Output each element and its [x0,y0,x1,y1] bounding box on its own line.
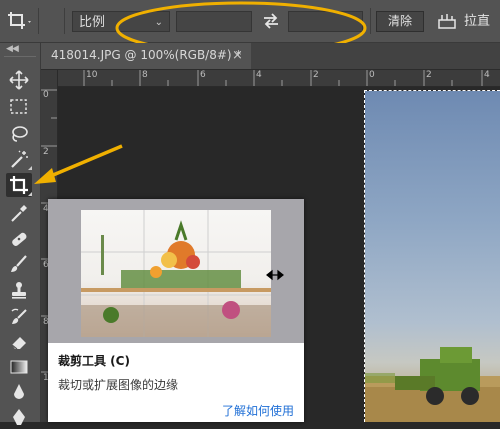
tool-crop[interactable] [6,173,32,197]
tool-pen[interactable] [6,405,32,429]
tooltip-preview [48,199,304,343]
ruler-label: 0 [43,90,49,100]
tool-healing[interactable] [6,227,32,251]
ruler-label: 2 [313,70,319,80]
stamp-icon [12,282,26,299]
lasso-icon [12,126,28,142]
magic-wand-icon [11,150,28,168]
ruler-label: 2 [426,70,432,80]
eraser-icon [11,337,26,350]
more-tools-indicator [28,192,32,196]
tool-eyedropper[interactable] [6,201,32,225]
marquee-icon [10,99,27,114]
tools-panel: ◀◀ [0,43,41,425]
tooltip-preview-image [81,210,271,337]
ruler-label: 8 [142,70,148,80]
tool-move[interactable] [6,68,32,92]
panel-grip [4,56,36,57]
document-tab-title: 418014.JPG @ 100%(RGB/8#) * [51,48,242,62]
horizontal-ruler[interactable]: 10 8 6 4 2 0 2 4 [57,70,500,87]
crop-boundary[interactable] [364,90,500,422]
tool-brush[interactable] [6,252,32,276]
clear-button[interactable]: 清除 [376,11,424,32]
straighten-icon[interactable] [436,12,458,32]
close-icon[interactable]: × [232,43,243,68]
ratio-select-value: 比例 [79,15,106,30]
crop-tool-preset-picker[interactable] [6,9,34,33]
crop-icon [10,176,28,194]
tooltip-title: 裁剪工具 (C) [58,354,130,368]
blur-icon [14,384,24,399]
ruler-label: 6 [200,70,206,80]
separator [64,8,65,34]
tool-tooltip: 裁剪工具 (C) 裁切或扩展图像的边缘 了解如何使用 [48,199,304,422]
learn-how-link[interactable]: 了解如何使用 [222,402,294,419]
resize-cursor-icon [266,269,284,281]
collapse-panel-icon[interactable]: ◀◀ [6,44,19,54]
document-tab-bar: 418014.JPG @ 100%(RGB/8#) * × [41,43,500,70]
straighten-label: 拉直 [464,14,491,29]
gradient-icon [10,360,28,374]
brush-icon [11,255,27,272]
tool-gradient[interactable] [6,355,32,379]
pen-icon [13,409,25,425]
tool-magic-wand[interactable] [6,147,32,171]
ruler-label: 4 [484,70,490,80]
tool-stamp[interactable] [6,278,32,302]
annotation-arrow [34,144,123,184]
options-bar: 比例 ⌄ 清除 拉直 [0,0,500,55]
tool-eraser[interactable] [6,330,32,354]
tool-marquee[interactable] [6,95,32,119]
ruler-label: 0 [369,70,375,80]
separator [38,8,39,34]
ruler-ticks [83,70,483,86]
document-tab[interactable]: 418014.JPG @ 100%(RGB/8#) * × [41,43,251,69]
ruler-label: 10 [86,70,98,80]
tooltip-description: 裁切或扩展图像的边缘 [58,378,179,392]
healing-icon [12,232,27,246]
eyedropper-icon [11,205,27,222]
tool-lasso[interactable] [6,122,32,146]
flower-shelf-illustration [81,210,271,337]
crop-icon [8,12,31,29]
history-brush-icon [11,308,27,324]
move-icon [9,70,29,90]
tool-history-brush[interactable] [6,305,32,329]
ruler-label: 4 [256,70,262,80]
tool-blur[interactable] [6,380,32,404]
